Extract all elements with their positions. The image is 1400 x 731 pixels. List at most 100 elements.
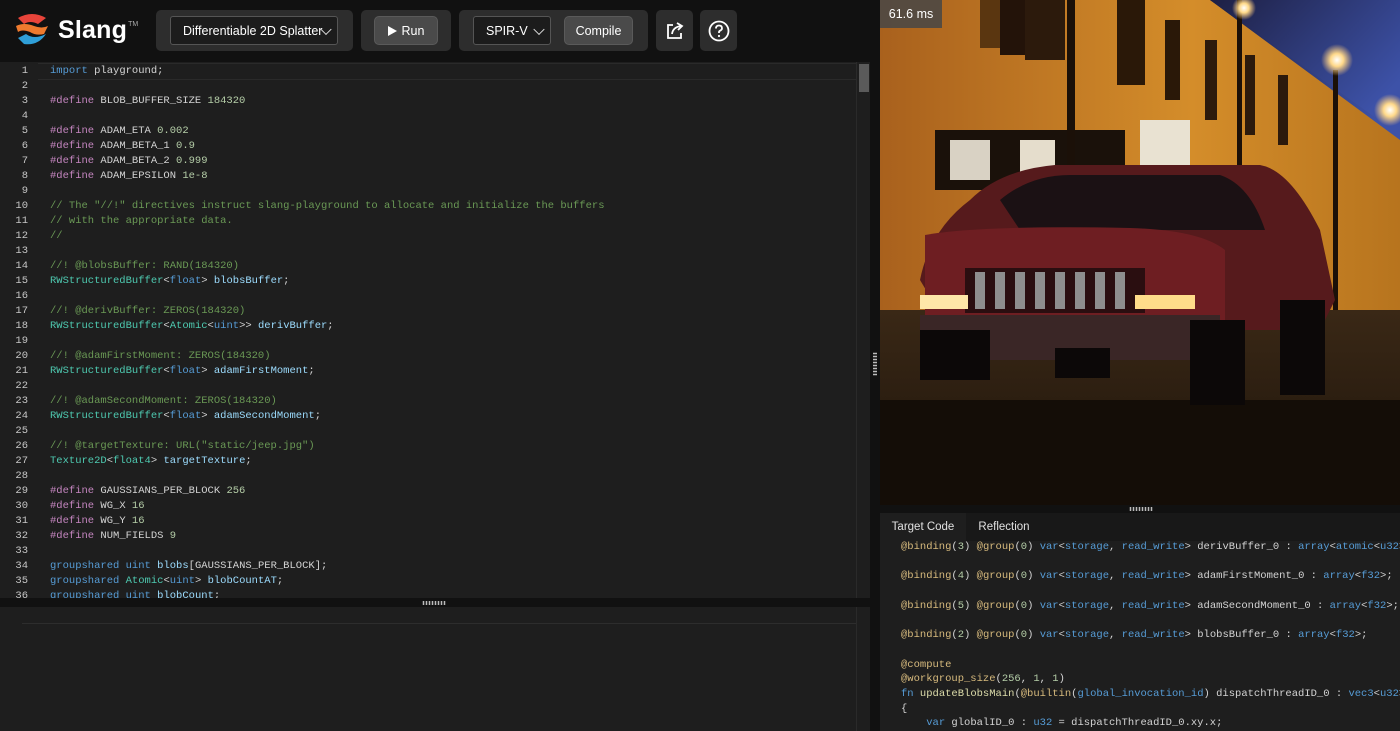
- code-token: @compute: [901, 658, 952, 671]
- code-token: > blobsBuffer_0 :: [1184, 629, 1299, 642]
- code-token: >;: [1354, 629, 1368, 642]
- code-line[interactable]: groupshared uint blobCount;: [50, 589, 220, 598]
- code-token: > derivBuffer_0 :: [1184, 541, 1299, 553]
- code-token: ): [1027, 629, 1040, 642]
- code-line[interactable]: //! @adamFirstMoment: ZEROS(184320): [50, 349, 271, 364]
- code-token: //! @targetTexture: URL("static/jeep.jpg…: [50, 440, 315, 452]
- line-number: 5: [21, 125, 28, 137]
- demo-select[interactable]: Differentiable 2D Splatter: [170, 16, 338, 45]
- code-token: var: [926, 717, 946, 730]
- render-canvas[interactable]: 61.6 ms: [880, 0, 1400, 505]
- run-button[interactable]: Run: [374, 16, 438, 45]
- code-token: @binding: [901, 541, 952, 553]
- tab-target-code[interactable]: Target Code: [880, 513, 966, 541]
- code-token: >: [201, 365, 214, 377]
- line-number: 19: [15, 335, 28, 347]
- code-token: adamFirstMoment: [213, 365, 309, 377]
- code-token: Texture2D: [50, 455, 107, 467]
- target-code-line[interactable]: fn updateBlobsMain(@builtin(global_invoc…: [901, 687, 1400, 702]
- target-code-line[interactable]: {: [901, 702, 907, 717]
- code-token: RWStructuredBuffer: [50, 365, 164, 377]
- code-line[interactable]: #define ADAM_BETA_2 0.999: [50, 154, 208, 169]
- target-code-line[interactable]: @binding(2) @group(0) var<storage, read_…: [901, 628, 1367, 643]
- code-token: ): [964, 541, 977, 553]
- code-token: atomic: [1335, 541, 1374, 553]
- code-line[interactable]: #define ADAM_BETA_1 0.9: [50, 139, 195, 154]
- code-token: storage: [1064, 541, 1110, 553]
- code-line[interactable]: #define ADAM_EPSILON 1e-8: [50, 169, 208, 184]
- code-line[interactable]: RWStructuredBuffer<Atomic<uint>> derivBu…: [50, 319, 334, 334]
- target-code-line[interactable]: @compute: [901, 658, 951, 673]
- code-line[interactable]: //: [50, 229, 63, 244]
- target-select[interactable]: SPIR-V: [473, 16, 551, 45]
- share-button[interactable]: [656, 10, 693, 51]
- code-editor[interactable]: 1 2 3 4 5 6 7 8 9 10 11 12 13 14 15 16 17 18 19 20 21 22 23 24 2…: [0, 62, 870, 598]
- tab-reflection[interactable]: Reflection: [966, 513, 1042, 541]
- code-token: #define: [50, 140, 95, 152]
- code-line[interactable]: #define WG_X 16: [50, 499, 145, 514]
- editor-scrollbar[interactable]: [856, 62, 870, 598]
- code-line[interactable]: //! @derivBuffer: ZEROS(184320): [50, 304, 245, 319]
- target-code-line[interactable]: @workgroup_size(256, 1, 1): [901, 672, 1065, 687]
- code-line[interactable]: groupshared Atomic<uint> blobCountAT;: [50, 574, 283, 589]
- code-token: read_write: [1121, 570, 1185, 583]
- code-token: @group: [976, 629, 1015, 642]
- code-token: #define: [50, 485, 95, 497]
- target-code-line[interactable]: @binding(4) @group(0) var<storage, read_…: [901, 569, 1393, 584]
- help-icon: [708, 20, 729, 41]
- code-token: > adamSecondMoment_0 :: [1184, 599, 1330, 612]
- code-line[interactable]: RWStructuredBuffer<float> adamFirstMomen…: [50, 364, 315, 379]
- drag-handle-icon: [422, 601, 446, 605]
- help-button[interactable]: [700, 10, 737, 51]
- code-line[interactable]: RWStructuredBuffer<float> blobsBuffer;: [50, 274, 289, 289]
- code-line[interactable]: #define ADAM_ETA 0.002: [50, 124, 189, 139]
- line-number: 18: [15, 320, 28, 332]
- code-token: Atomic: [169, 320, 208, 332]
- code-token: #define: [50, 125, 95, 137]
- code-line[interactable]: // The "//!" directives instruct slang-p…: [50, 199, 605, 214]
- code-line[interactable]: groupshared uint blobs[GAUSSIANS_PER_BLO…: [50, 559, 327, 574]
- code-token: ;: [213, 590, 221, 598]
- code-line[interactable]: //! @targetTexture: URL("static/jeep.jpg…: [50, 439, 315, 454]
- code-line[interactable]: //! @adamSecondMoment: ZEROS(184320): [50, 394, 277, 409]
- code-token: ;: [308, 365, 315, 377]
- code-line[interactable]: Texture2D<float4> targetTexture;: [50, 454, 252, 469]
- target-code-line[interactable]: @binding(3) @group(0) var<storage, read_…: [901, 540, 1400, 555]
- diagnostics-scrollbar[interactable]: [856, 607, 871, 731]
- code-line[interactable]: #define WG_Y 16: [50, 514, 145, 529]
- code-token: array: [1329, 599, 1362, 612]
- code-token: ADAM_BETA_1: [94, 140, 177, 152]
- code-token: var: [1039, 629, 1059, 642]
- preview-output-splitter[interactable]: [880, 505, 1400, 513]
- code-line[interactable]: #define BLOB_BUFFER_SIZE 184320: [50, 94, 245, 109]
- code-line[interactable]: RWStructuredBuffer<float> adamSecondMome…: [50, 409, 321, 424]
- line-number: 9: [21, 185, 28, 197]
- code-token: @builtin: [1020, 688, 1072, 700]
- code-line[interactable]: //! @blobsBuffer: RAND(184320): [50, 259, 239, 274]
- target-code-line[interactable]: var globalID_0 : u32 = dispatchThreadID_…: [901, 716, 1222, 731]
- editor-output-splitter[interactable]: [0, 598, 870, 607]
- code-line[interactable]: // with the appropriate data.: [50, 214, 233, 229]
- vertical-splitter[interactable]: [870, 0, 880, 731]
- code-line[interactable]: #define NUM_FIELDS 9: [50, 529, 176, 544]
- share-icon: [666, 21, 683, 39]
- compile-button[interactable]: Compile: [564, 16, 633, 45]
- code-token: 0.002: [157, 125, 189, 137]
- code-token: targetTexture: [163, 455, 246, 467]
- code-token: vec3: [1348, 688, 1374, 700]
- code-line[interactable]: #define GAUSSIANS_PER_BLOCK 256: [50, 484, 245, 499]
- code-token: @binding: [901, 629, 952, 642]
- code-token: // The "//!" directives instruct slang-p…: [50, 200, 605, 212]
- code-line[interactable]: import playground;: [50, 64, 163, 79]
- code-token: // with the appropriate data.: [50, 215, 233, 227]
- code-token: ;: [276, 575, 284, 587]
- code-token: GAUSSIANS_PER_BLOCK: [94, 485, 227, 497]
- demo-select-value: Differentiable 2D Splatter: [183, 23, 323, 38]
- code-token: ;: [283, 275, 290, 287]
- code-token: ;: [245, 455, 252, 467]
- target-code-line[interactable]: @binding(5) @group(0) var<storage, read_…: [901, 599, 1399, 614]
- editor-scrollbar-thumb[interactable]: [859, 64, 869, 92]
- code-token: 1e-8: [182, 170, 208, 182]
- code-token: @group: [976, 541, 1015, 553]
- code-token: ): [964, 599, 977, 612]
